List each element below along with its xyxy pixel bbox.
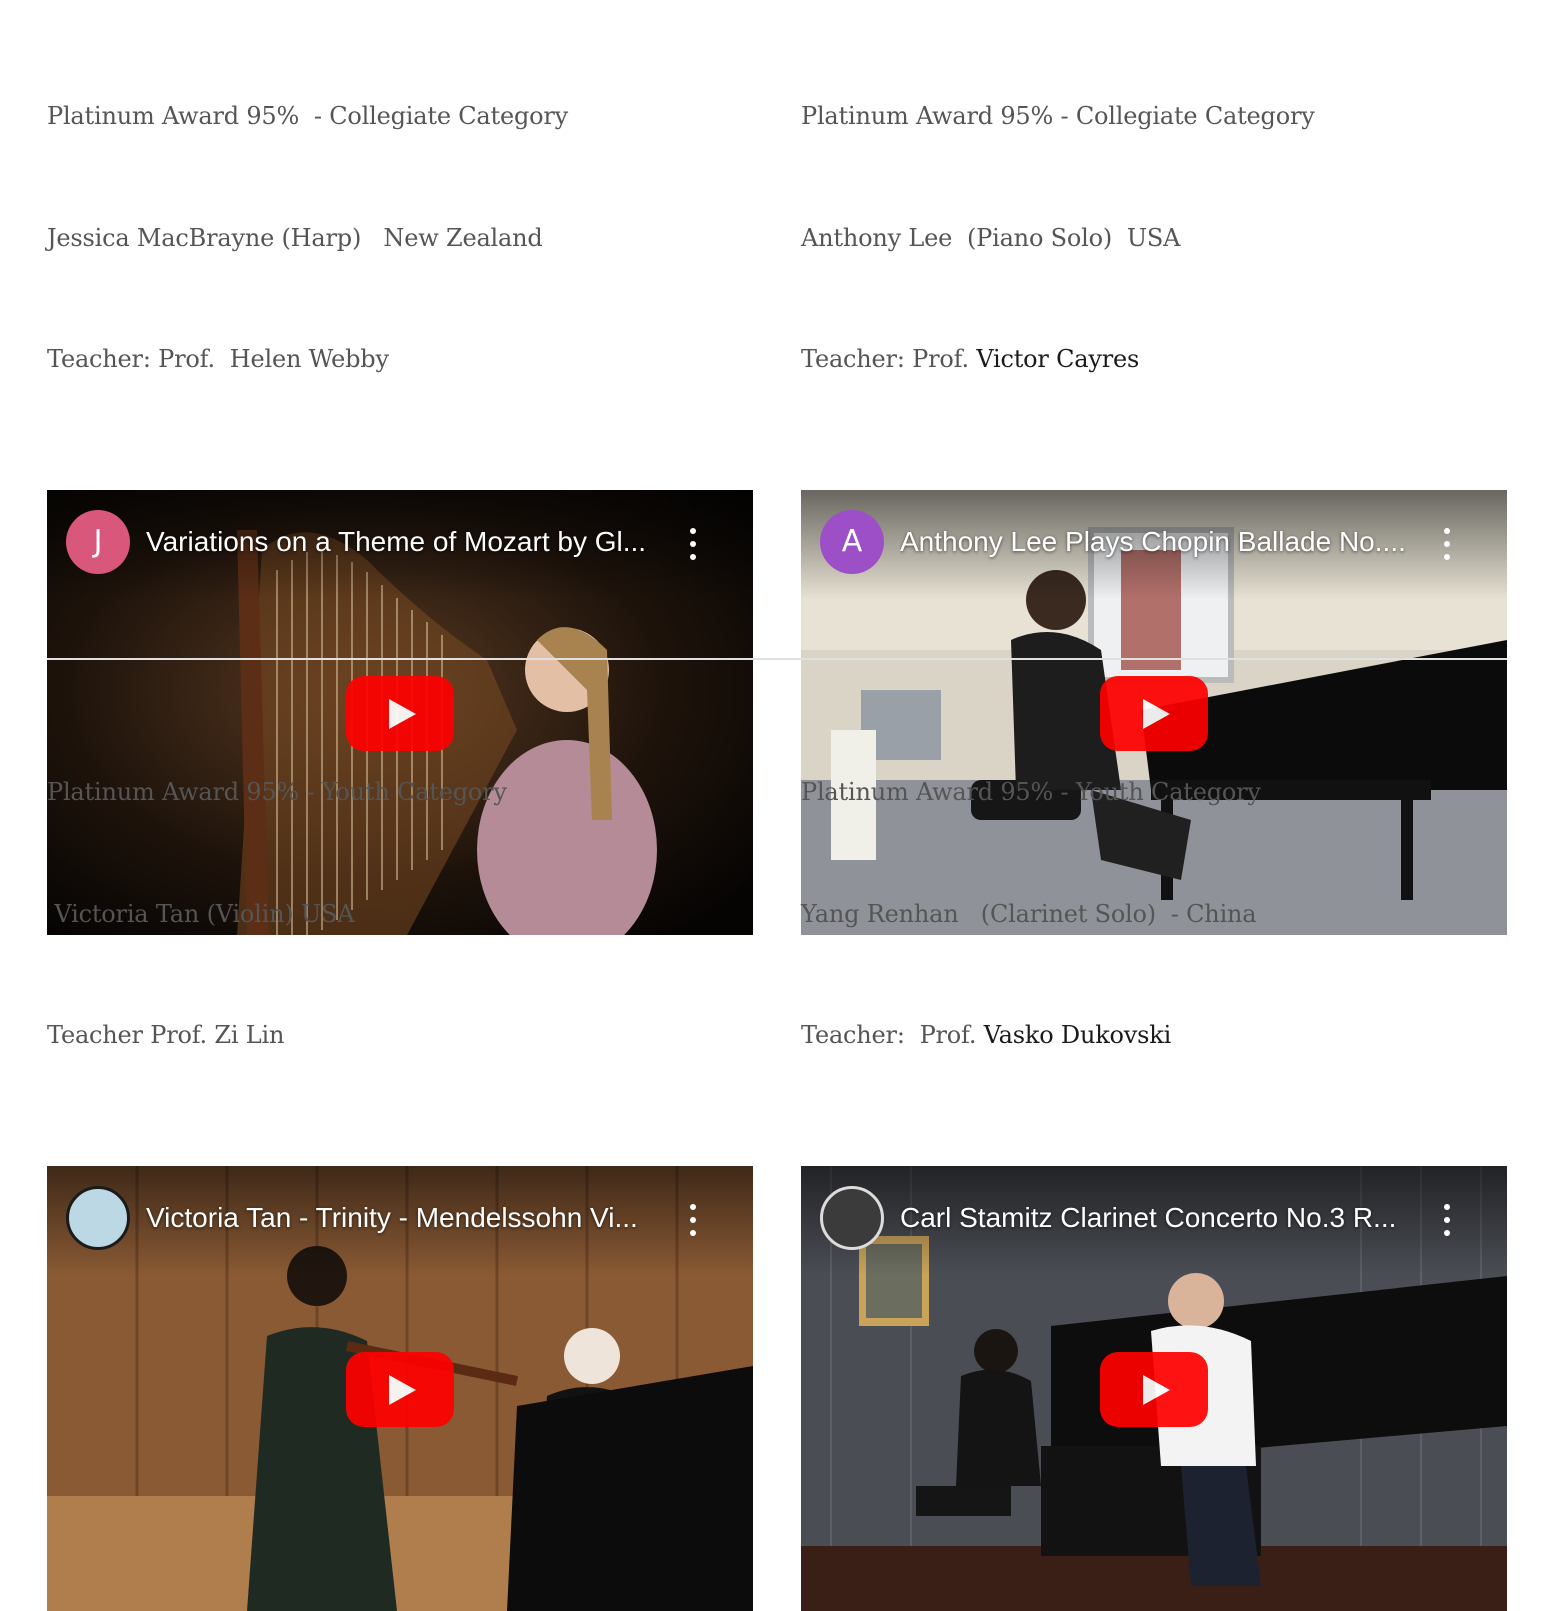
award-title: Platinum Award 95% - Collegiate Category <box>801 102 1315 130</box>
teacher-info: Teacher: Prof. Helen Webby <box>47 345 389 373</box>
video-title[interactable]: Variations on a Theme of Mozart by Gl... <box>146 522 666 562</box>
performer-info: Jessica MacBrayne (Harp) New Zealand <box>47 223 543 252</box>
channel-avatar[interactable]: A <box>820 509 884 574</box>
award-card-clarinet: Platinum Award 95% - Youth Category Yang… <box>801 691 1507 1611</box>
teacher-info: Teacher: Prof. Vasko Dukovski <box>801 1021 1172 1049</box>
performer-info: Anthony Lee (Piano Solo) USA <box>801 223 1181 252</box>
more-options-icon[interactable] <box>683 527 703 560</box>
more-options-icon[interactable] <box>1437 527 1457 560</box>
performer-info: Yang Renhan (Clarinet Solo) - China <box>801 899 1257 928</box>
award-title: Platinum Award 95% - Youth Category <box>801 778 1261 806</box>
award-caption: Platinum Award 95% - Youth Category Vict… <box>47 691 753 1137</box>
video-embed-violin[interactable]: Victoria Tan - Trinity - Mendelssohn Vi.… <box>47 1165 753 1611</box>
channel-avatar[interactable] <box>66 1185 130 1250</box>
youtube-play-icon[interactable] <box>346 1351 454 1427</box>
award-title: Platinum Award 95% - Youth Category <box>47 778 507 806</box>
youtube-play-icon[interactable] <box>1100 1351 1208 1427</box>
video-title[interactable]: Anthony Lee Plays Chopin Ballade No.... <box>900 522 1420 562</box>
more-options-icon[interactable] <box>683 1203 703 1236</box>
award-caption: Platinum Award 95% - Collegiate Category… <box>47 15 753 461</box>
video-title[interactable]: Victoria Tan - Trinity - Mendelssohn Vi.… <box>146 1198 666 1238</box>
award-caption: Platinum Award 95% - Youth Category Yang… <box>801 691 1507 1137</box>
video-embed-clarinet[interactable]: Carl Stamitz Clarinet Concerto No.3 R... <box>801 1165 1507 1611</box>
video-title[interactable]: Carl Stamitz Clarinet Concerto No.3 R... <box>900 1198 1420 1238</box>
award-card-violin: Platinum Award 95% - Youth Category Vict… <box>47 691 753 1611</box>
teacher-info: Teacher: Prof. Victor Cayres <box>801 345 1140 373</box>
teacher-info: Teacher Prof. Zi Lin <box>47 1021 285 1049</box>
section-divider <box>47 658 1507 660</box>
award-caption: Platinum Award 95% - Collegiate Category… <box>801 15 1507 461</box>
channel-avatar[interactable]: J <box>66 509 130 574</box>
channel-avatar[interactable] <box>820 1185 884 1250</box>
performer-info: Victoria Tan (Violin) USA <box>47 899 355 928</box>
teacher-name: Victor Cayres <box>976 345 1140 373</box>
teacher-name: Vasko Dukovski <box>983 1021 1172 1049</box>
award-title: Platinum Award 95% - Collegiate Category <box>47 102 569 130</box>
more-options-icon[interactable] <box>1437 1203 1457 1236</box>
